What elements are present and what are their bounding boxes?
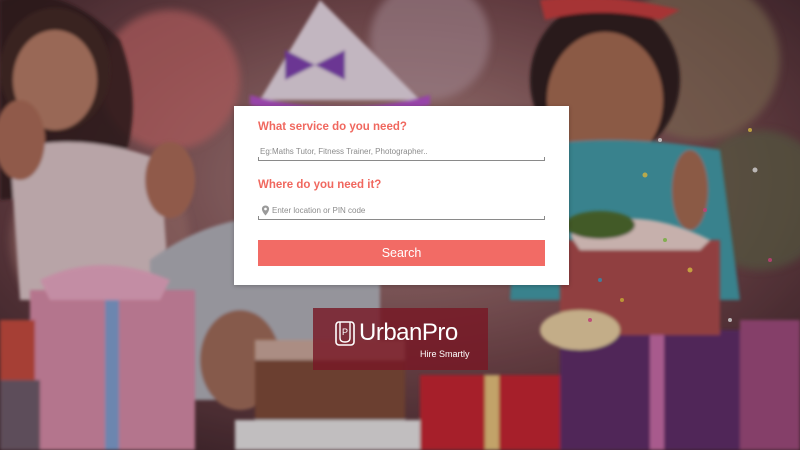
brand-name: UrbanPro xyxy=(359,319,458,346)
hero-section: What service do you need? Where do you n… xyxy=(0,0,800,450)
search-card: What service do you need? Where do you n… xyxy=(234,106,569,285)
service-input[interactable] xyxy=(258,143,545,159)
urbanpro-logo-icon: P xyxy=(335,321,355,346)
urbanpro-brand-banner: P UrbanPro Hire Smartly xyxy=(313,308,488,370)
brand-tagline: Hire Smartly xyxy=(420,349,470,359)
location-label: Where do you need it? xyxy=(258,179,382,191)
svg-text:P: P xyxy=(342,327,348,337)
service-label: What service do you need? xyxy=(258,121,407,133)
search-button[interactable]: Search xyxy=(258,240,545,266)
location-input[interactable] xyxy=(258,202,545,218)
service-field xyxy=(258,143,545,161)
location-field xyxy=(258,202,545,220)
